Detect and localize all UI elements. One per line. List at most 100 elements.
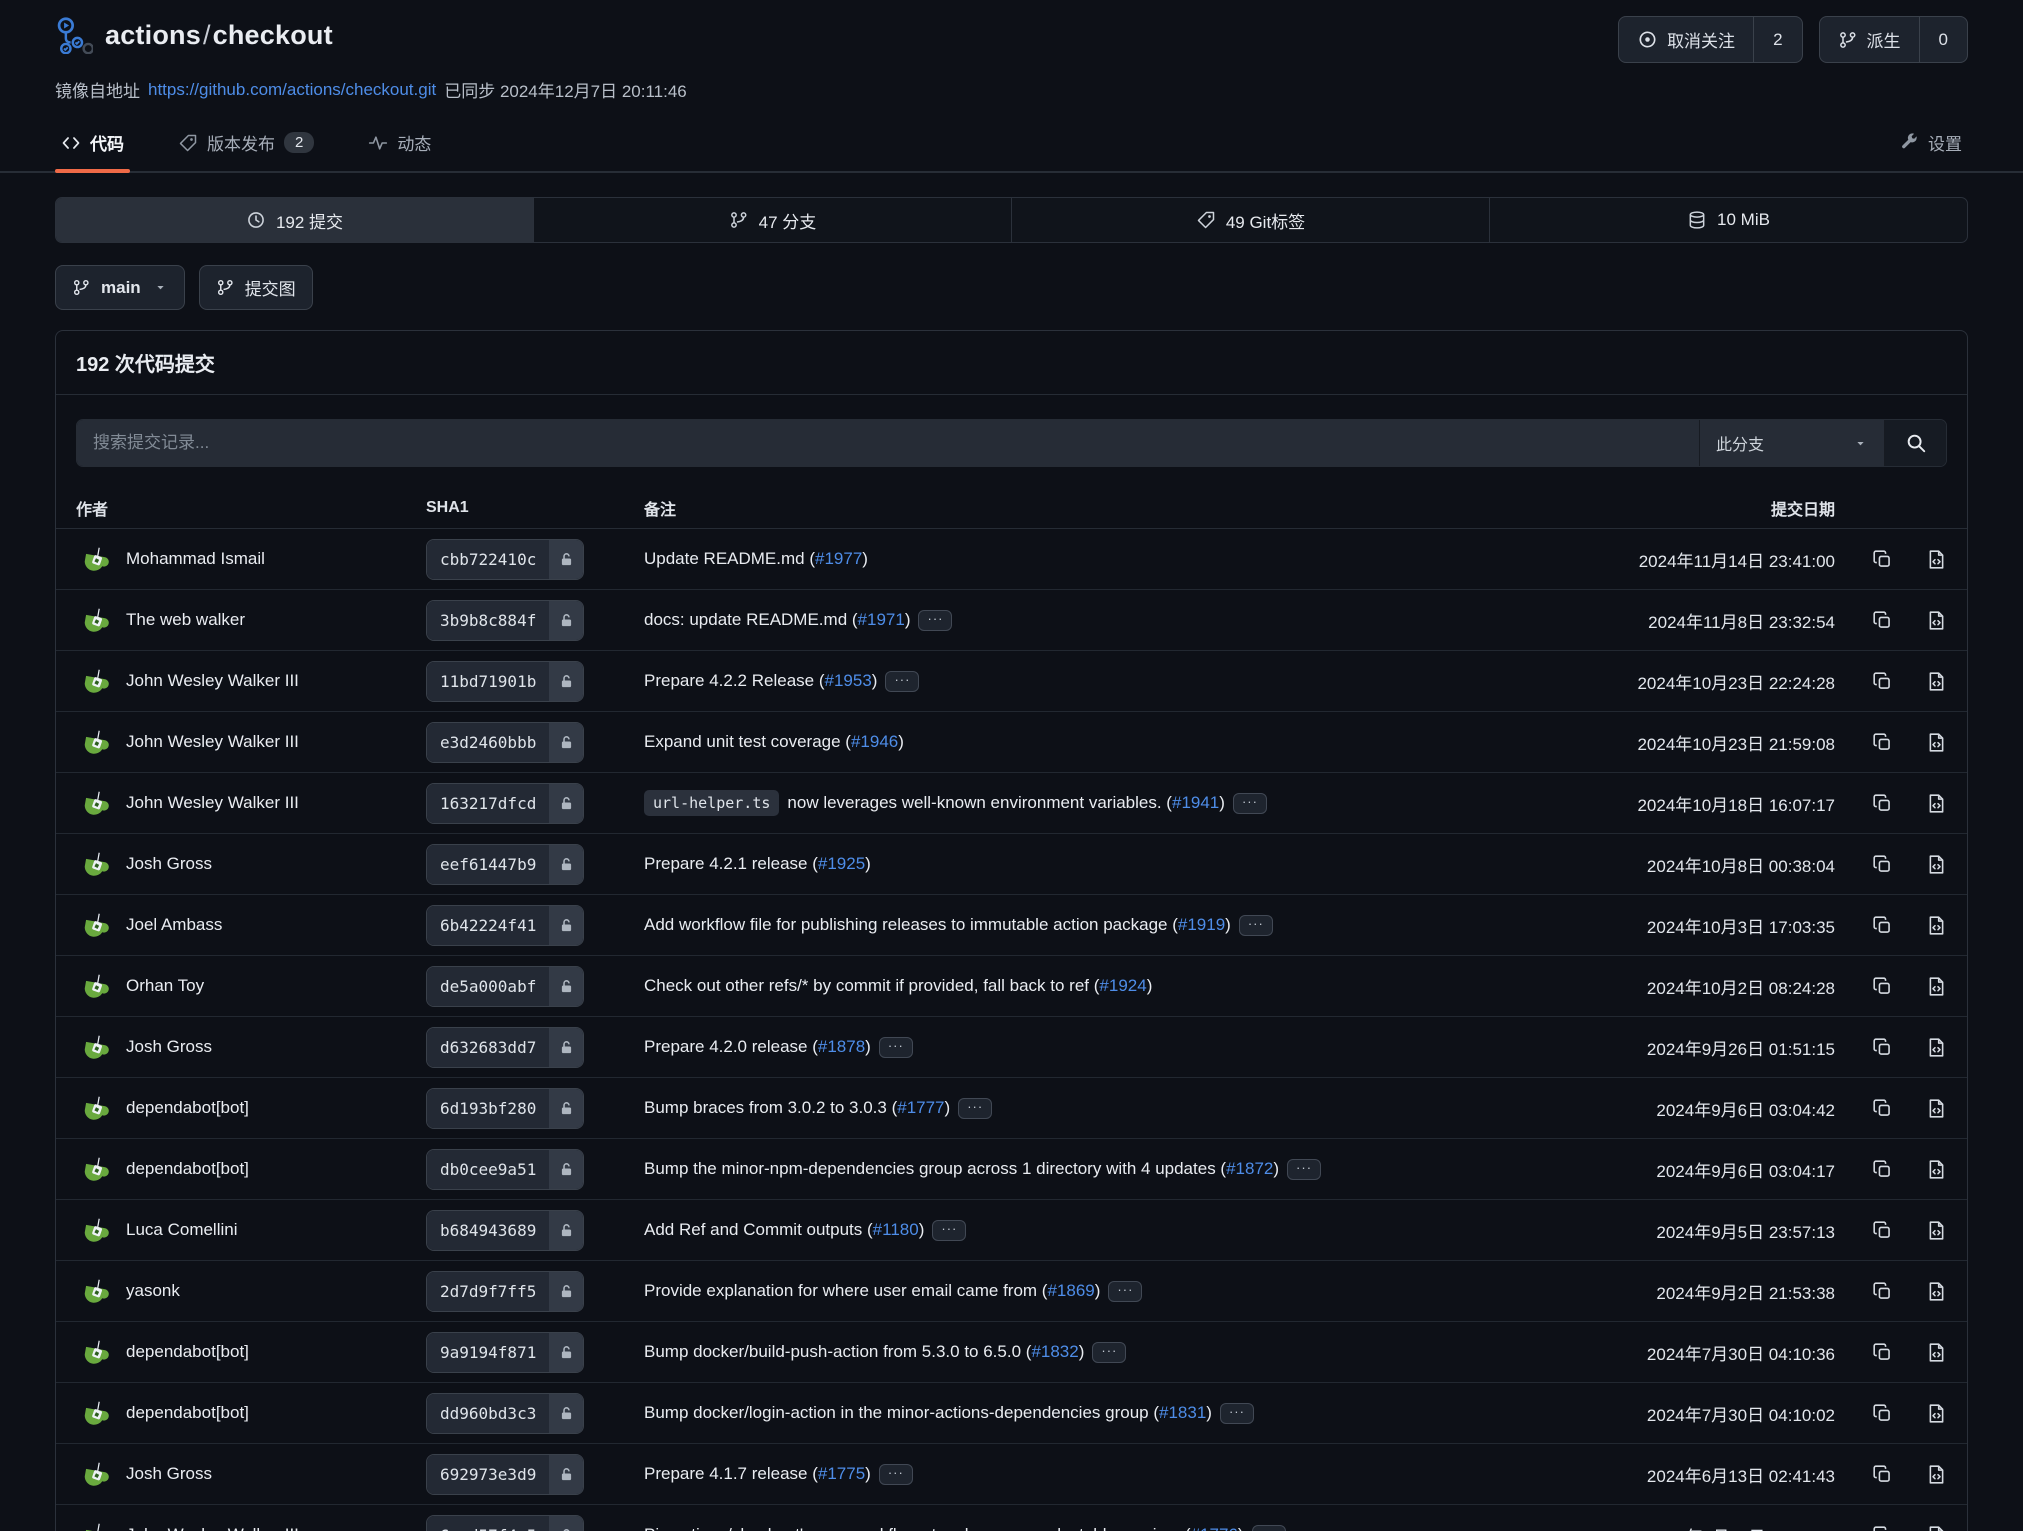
commit-author-name[interactable]: dependabot[bot] xyxy=(126,1342,249,1362)
commit-search-input[interactable] xyxy=(77,420,1699,466)
pull-request-link[interactable]: #1919 xyxy=(1178,915,1225,934)
pull-request-link[interactable]: #1869 xyxy=(1047,1281,1094,1300)
commit-author-name[interactable]: Mohammad Ismail xyxy=(126,549,265,569)
expand-ellipsis-button[interactable]: ··· xyxy=(1252,1525,1286,1531)
commit-author-name[interactable]: dependabot[bot] xyxy=(126,1403,249,1423)
stat-branches[interactable]: 47 分支 xyxy=(534,198,1012,242)
expand-ellipsis-button[interactable]: ··· xyxy=(885,671,919,692)
mirror-url-link[interactable]: https://github.com/actions/checkout.git xyxy=(148,80,436,100)
copy-sha-icon[interactable] xyxy=(1872,610,1893,631)
browse-source-icon[interactable] xyxy=(1926,1403,1947,1424)
browse-source-icon[interactable] xyxy=(1926,1098,1947,1119)
stat-size[interactable]: 10 MiB xyxy=(1490,198,1967,242)
forks-count-button[interactable]: 0 xyxy=(1919,17,1967,62)
avatar[interactable] xyxy=(76,1214,113,1247)
commit-message-text[interactable]: Add Ref and Commit outputs (#1180) xyxy=(644,1220,924,1240)
copy-sha-icon[interactable] xyxy=(1872,793,1893,814)
commit-message-text[interactable]: Check out other refs/* by commit if prov… xyxy=(644,976,1152,996)
pull-request-link[interactable]: #1971 xyxy=(858,610,905,629)
avatar[interactable] xyxy=(76,1031,113,1064)
expand-ellipsis-button[interactable]: ··· xyxy=(1092,1342,1126,1363)
tab-code[interactable]: 代码 xyxy=(55,116,130,171)
pull-request-link[interactable]: #1180 xyxy=(873,1220,919,1239)
browse-source-icon[interactable] xyxy=(1926,1159,1947,1180)
copy-sha-icon[interactable] xyxy=(1872,1342,1893,1363)
commit-message-text[interactable]: docs: update README.md (#1971) xyxy=(644,610,910,630)
commit-graph-button[interactable]: 提交图 xyxy=(199,265,313,310)
browse-source-icon[interactable] xyxy=(1926,915,1947,936)
pull-request-link[interactable]: #1941 xyxy=(1172,793,1219,812)
commit-author-name[interactable]: Orhan Toy xyxy=(126,976,204,996)
commit-author-name[interactable]: John Wesley Walker III xyxy=(126,1525,299,1531)
repo-name-link[interactable]: checkout xyxy=(213,20,333,50)
commit-author-name[interactable]: dependabot[bot] xyxy=(126,1159,249,1179)
commit-sha-button[interactable]: 6ccd57f4c5 xyxy=(426,1515,584,1531)
repo-owner-link[interactable]: actions xyxy=(105,20,201,50)
commit-message-text[interactable]: Provide explanation for where user email… xyxy=(644,1281,1100,1301)
avatar[interactable] xyxy=(76,543,113,576)
expand-ellipsis-button[interactable]: ··· xyxy=(1239,915,1273,936)
commit-message-text[interactable]: Update README.md (#1977) xyxy=(644,549,868,569)
avatar[interactable] xyxy=(76,787,113,820)
commit-sha-button[interactable]: 692973e3d9 xyxy=(426,1454,584,1495)
watchers-count-button[interactable]: 2 xyxy=(1753,17,1801,62)
copy-sha-icon[interactable] xyxy=(1872,671,1893,692)
pull-request-link[interactable]: #1924 xyxy=(1099,976,1146,995)
expand-ellipsis-button[interactable]: ··· xyxy=(1108,1281,1142,1302)
commit-sha-button[interactable]: cbb722410c xyxy=(426,539,584,580)
pull-request-link[interactable]: #1977 xyxy=(815,549,862,568)
avatar[interactable] xyxy=(76,1092,113,1125)
commit-message-text[interactable]: Bump docker/build-push-action from 5.3.0… xyxy=(644,1342,1084,1362)
commit-author-name[interactable]: Luca Comellini xyxy=(126,1220,238,1240)
expand-ellipsis-button[interactable]: ··· xyxy=(1287,1159,1321,1180)
commit-sha-button[interactable]: de5a000abf xyxy=(426,966,584,1007)
avatar[interactable] xyxy=(76,604,113,637)
pull-request-link[interactable]: #1872 xyxy=(1226,1159,1273,1178)
tab-settings[interactable]: 设置 xyxy=(1894,116,1968,171)
browse-source-icon[interactable] xyxy=(1926,1342,1947,1363)
commit-author-name[interactable]: John Wesley Walker III xyxy=(126,732,299,752)
pull-request-link[interactable]: #1946 xyxy=(851,732,898,751)
browse-source-icon[interactable] xyxy=(1926,1525,1947,1531)
pull-request-link[interactable]: #1777 xyxy=(897,1098,944,1117)
tab-releases[interactable]: 版本发布 2 xyxy=(172,116,320,171)
expand-ellipsis-button[interactable]: ··· xyxy=(1233,793,1267,814)
unwatch-button[interactable]: 取消关注 xyxy=(1619,17,1753,62)
pull-request-link[interactable]: #1775 xyxy=(818,1464,865,1483)
commit-sha-button[interactable]: 11bd71901b xyxy=(426,661,584,702)
commit-author-name[interactable]: The web walker xyxy=(126,610,245,630)
avatar[interactable] xyxy=(76,726,113,759)
fork-button[interactable]: 派生 xyxy=(1820,17,1919,62)
browse-source-icon[interactable] xyxy=(1926,793,1947,814)
commit-sha-button[interactable]: db0cee9a51 xyxy=(426,1149,584,1190)
pull-request-link[interactable]: #1878 xyxy=(818,1037,865,1056)
commit-sha-button[interactable]: 9a9194f871 xyxy=(426,1332,584,1373)
copy-sha-icon[interactable] xyxy=(1872,1159,1893,1180)
expand-ellipsis-button[interactable]: ··· xyxy=(918,610,952,631)
commit-message-text[interactable]: Expand unit test coverage (#1946) xyxy=(644,732,904,752)
commit-message-text[interactable]: Bump docker/login-action in the minor-ac… xyxy=(644,1403,1212,1423)
commit-author-name[interactable]: Joel Ambass xyxy=(126,915,222,935)
commit-sha-button[interactable]: 3b9b8c884f xyxy=(426,600,584,641)
commit-message-text[interactable]: Prepare 4.2.0 release (#1878) xyxy=(644,1037,871,1057)
copy-sha-icon[interactable] xyxy=(1872,1037,1893,1058)
pull-request-link[interactable]: #1776 xyxy=(1191,1525,1238,1531)
commit-message-text[interactable]: Prepare 4.2.2 Release (#1953) xyxy=(644,671,877,691)
avatar[interactable] xyxy=(76,1397,113,1430)
browse-source-icon[interactable] xyxy=(1926,1281,1947,1302)
search-scope-dropdown[interactable]: 此分支 xyxy=(1699,420,1884,466)
expand-ellipsis-button[interactable]: ··· xyxy=(1220,1403,1254,1424)
pull-request-link[interactable]: #1953 xyxy=(825,671,872,690)
avatar[interactable] xyxy=(76,848,113,881)
copy-sha-icon[interactable] xyxy=(1872,1525,1893,1531)
copy-sha-icon[interactable] xyxy=(1872,1220,1893,1241)
browse-source-icon[interactable] xyxy=(1926,1220,1947,1241)
commit-sha-button[interactable]: 163217dfcd xyxy=(426,783,584,824)
stat-commits[interactable]: 192 提交 xyxy=(56,198,534,242)
avatar[interactable] xyxy=(76,1153,113,1186)
expand-ellipsis-button[interactable]: ··· xyxy=(932,1220,966,1241)
commit-sha-button[interactable]: 6d193bf280 xyxy=(426,1088,584,1129)
commit-message-text[interactable]: Add workflow file for publishing release… xyxy=(644,915,1231,935)
commit-sha-button[interactable]: 2d7d9f7ff5 xyxy=(426,1271,584,1312)
browse-source-icon[interactable] xyxy=(1926,732,1947,753)
